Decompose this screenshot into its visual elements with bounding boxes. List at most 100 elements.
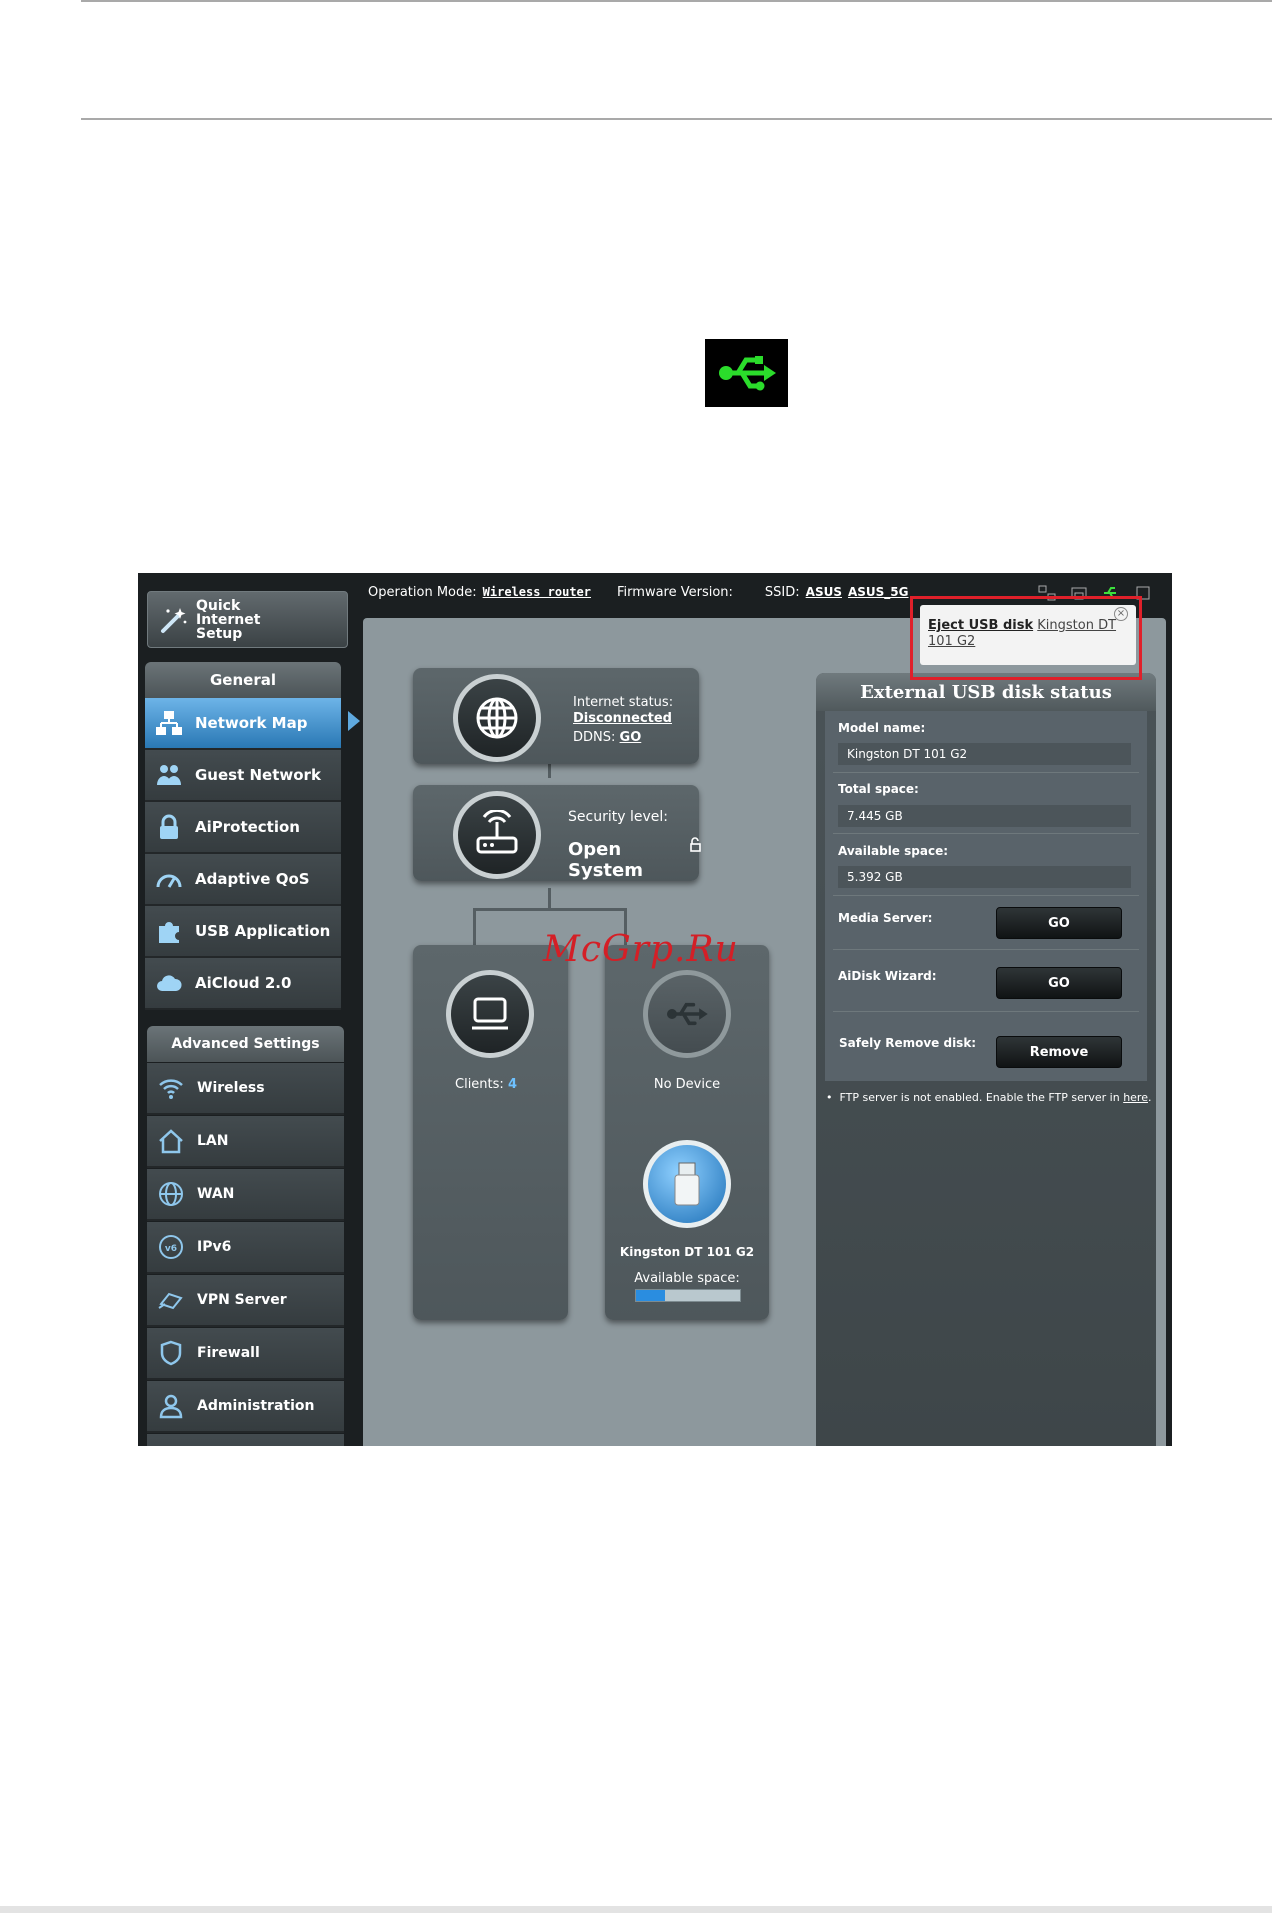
- aidisk-wizard-label: AiDisk Wizard:: [838, 969, 937, 983]
- sidebar-item-lan[interactable]: LAN: [147, 1116, 344, 1168]
- separator: [833, 949, 1139, 950]
- globe-icon: [155, 1178, 187, 1210]
- lock-icon: [153, 811, 185, 843]
- clients-row: Clients: 4: [455, 1077, 517, 1092]
- usb-icon: [705, 339, 788, 407]
- usb-space-bar: [635, 1289, 741, 1302]
- sidebar-item-usb-application[interactable]: USB Application: [145, 906, 341, 958]
- internet-status-card[interactable]: Internet status: Disconnected DDNS: GO: [413, 668, 699, 764]
- sidebar-item-vpn-server[interactable]: VPN Server: [147, 1275, 344, 1327]
- total-space-label: Total space:: [838, 782, 919, 796]
- external-usb-disk-status-panel: External USB disk status Model name: Kin…: [816, 673, 1156, 1446]
- sidebar-item-ipv6[interactable]: v6 IPv6: [147, 1222, 344, 1274]
- internet-status-link[interactable]: Disconnected: [573, 711, 672, 726]
- bottom-bar: [0, 1906, 1272, 1913]
- sidebar-item-aicloud[interactable]: AiCloud 2.0: [145, 958, 341, 1010]
- sidebar-item-label: IPv6: [197, 1239, 232, 1255]
- sidebar-item-label: AiProtection: [195, 818, 300, 836]
- firmware-version-label: Firmware Version:: [617, 584, 733, 600]
- usb-space-bar-fill: [636, 1290, 666, 1301]
- network-map-icon: [153, 707, 185, 739]
- magic-wand-icon: [158, 605, 188, 635]
- operation-mode-link[interactable]: Wireless router: [483, 585, 591, 599]
- clients-card[interactable]: Clients: 4: [413, 945, 568, 1320]
- usb-disk-name: Kingston DT 101 G2: [619, 1245, 755, 1259]
- security-level-card[interactable]: Security level: Open System: [413, 785, 701, 881]
- sidebar-item-administration[interactable]: Administration: [147, 1381, 344, 1433]
- usb-devices-card[interactable]: No Device Kingston DT 101 G2 Available s…: [605, 945, 769, 1320]
- total-space-value: 7.445 GB: [838, 805, 1131, 827]
- monitor-icon: [446, 970, 534, 1058]
- quick-internet-setup-button[interactable]: Quick Internet Setup: [147, 591, 348, 648]
- sidebar-item-label: VPN Server: [197, 1292, 287, 1308]
- sidebar-item-label: Firewall: [197, 1345, 260, 1361]
- ftp-note: • FTP server is not enabled. Enable the …: [826, 1091, 1151, 1104]
- usb-available-label: Available space:: [634, 1271, 740, 1286]
- aidisk-wizard-go-button[interactable]: GO: [996, 967, 1122, 999]
- gauge-icon: [153, 863, 185, 895]
- sidebar-item-guest-network[interactable]: Guest Network: [145, 750, 341, 802]
- cloud-icon: [153, 967, 185, 999]
- sidebar-item-label: Guest Network: [195, 766, 321, 784]
- connector-line: [473, 908, 626, 911]
- sidebar-item-network-map[interactable]: Network Map: [145, 698, 341, 750]
- model-name-label: Model name:: [838, 721, 926, 735]
- sidebar-item-label: WAN: [197, 1186, 235, 1202]
- general-header: General: [145, 662, 341, 698]
- quick-internet-setup-label: Quick Internet Setup: [196, 597, 261, 642]
- sidebar-item-label: USB Application: [195, 922, 331, 940]
- separator: [833, 833, 1139, 834]
- ssid-label: SSID:: [764, 584, 800, 600]
- svg-text:v6: v6: [165, 1244, 177, 1254]
- separator: [833, 1011, 1139, 1012]
- internet-status-label: Internet status:: [573, 695, 674, 710]
- sidebar: Quick Internet Setup General Network Map…: [138, 573, 360, 1446]
- top-rule: [81, 0, 1272, 2]
- media-server-go-button[interactable]: GO: [996, 907, 1122, 939]
- available-space-value: 5.392 GB: [838, 866, 1131, 888]
- sidebar-item-partial[interactable]: [147, 1434, 344, 1446]
- top-status-bar: Operation Mode: Wireless router Firmware…: [368, 573, 909, 611]
- available-space-label: Available space:: [838, 844, 949, 858]
- ssid-link-1[interactable]: ASUS: [806, 585, 842, 599]
- security-level-label: Security level:: [568, 809, 668, 825]
- user-icon: [155, 1390, 187, 1422]
- separator: [833, 895, 1139, 896]
- safely-remove-label: Safely Remove disk:: [839, 1036, 977, 1050]
- sidebar-item-label: AiCloud 2.0: [195, 974, 292, 992]
- usb-icon: [643, 970, 731, 1058]
- guest-network-icon: [153, 759, 185, 791]
- ftp-note-end: .: [1147, 1091, 1152, 1104]
- connector-line: [548, 888, 551, 910]
- ddns-label: DDNS:: [573, 730, 616, 745]
- header-rule: [81, 118, 1272, 120]
- watermark: McGrp.Ru: [543, 929, 739, 970]
- media-server-label: Media Server:: [838, 911, 933, 925]
- router-icon: [453, 791, 541, 879]
- sidebar-item-wan[interactable]: WAN: [147, 1169, 344, 1221]
- main-content: Internet status: Disconnected DDNS: GO S…: [363, 618, 1166, 1446]
- sidebar-item-label: Wireless: [197, 1080, 265, 1096]
- ssid-link-2[interactable]: ASUS_5G: [848, 585, 909, 599]
- remove-disk-button[interactable]: Remove: [996, 1036, 1122, 1068]
- active-item-arrow: [348, 711, 360, 731]
- puzzle-icon: [153, 915, 185, 947]
- disk-info-box: Model name: Kingston DT 101 G2 Total spa…: [825, 711, 1147, 1081]
- ftp-here-link[interactable]: here: [1123, 1091, 1148, 1104]
- usb-disk-icon[interactable]: [643, 1140, 731, 1228]
- ddns-go-link[interactable]: GO: [620, 730, 642, 745]
- router-ui-screenshot: Quick Internet Setup General Network Map…: [138, 573, 1172, 1446]
- sidebar-item-label: Network Map: [195, 714, 308, 732]
- sidebar-item-wireless[interactable]: Wireless: [147, 1063, 344, 1115]
- sidebar-item-adaptive-qos[interactable]: Adaptive QoS: [145, 854, 341, 906]
- sidebar-item-firewall[interactable]: Firewall: [147, 1328, 344, 1380]
- sidebar-item-aiprotection[interactable]: AiProtection: [145, 802, 341, 854]
- vpn-icon: [155, 1284, 187, 1316]
- advanced-settings-header: Advanced Settings: [147, 1026, 344, 1062]
- operation-mode-label: Operation Mode:: [368, 584, 477, 600]
- shield-icon: [155, 1337, 187, 1369]
- clients-count[interactable]: 4: [508, 1077, 517, 1092]
- globe-icon: [453, 674, 541, 762]
- wifi-icon: [155, 1072, 187, 1104]
- sidebar-item-label: LAN: [197, 1133, 229, 1149]
